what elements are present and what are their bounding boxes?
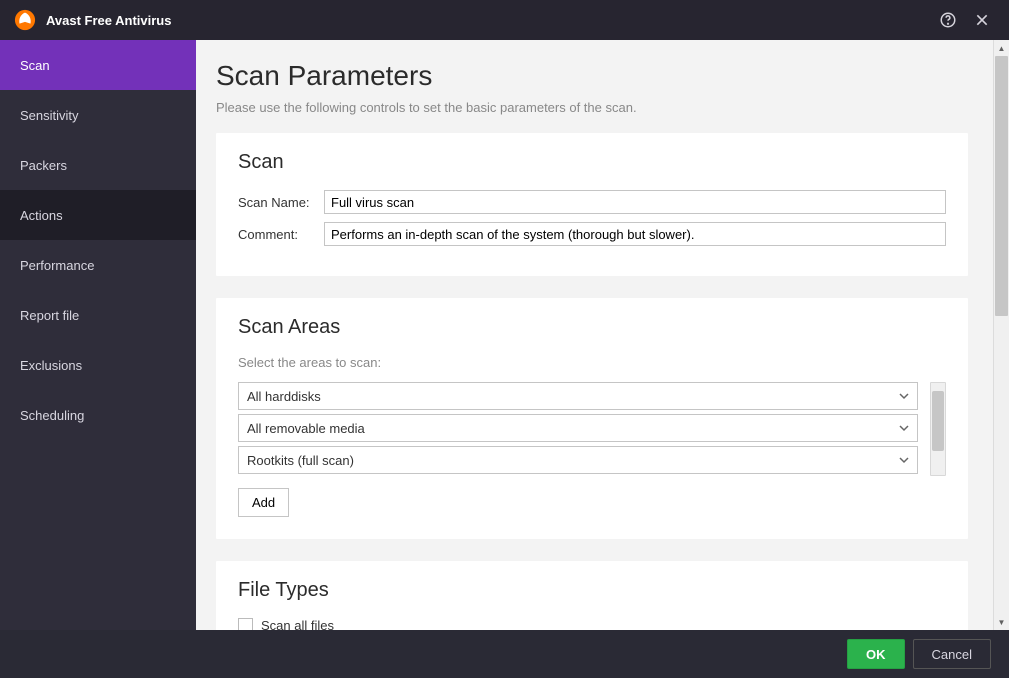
scan-name-input[interactable]: [324, 190, 946, 214]
sidebar: ScanSensitivityPackersActionsPerformance…: [0, 40, 196, 630]
close-button[interactable]: [969, 7, 995, 33]
sidebar-exclusions[interactable]: Exclusions: [0, 340, 196, 390]
titlebar: Avast Free Antivirus: [0, 0, 1009, 40]
scan-name-label: Scan Name:: [238, 195, 324, 210]
content-wrap: Scan Parameters Please use the following…: [196, 40, 1009, 630]
scan-area-select[interactable]: All harddisks: [238, 382, 918, 410]
add-area-button[interactable]: Add: [238, 488, 289, 517]
panel-scan-areas: Scan Areas Select the areas to scan: All…: [216, 298, 968, 539]
chevron-down-icon: [899, 389, 909, 404]
scan-all-files-label: Scan all files: [261, 618, 334, 630]
comment-label: Comment:: [238, 227, 324, 242]
area-list-scrollbar-thumb[interactable]: [932, 391, 944, 451]
main: ScanSensitivityPackersActionsPerformance…: [0, 40, 1009, 630]
scan-area-value: All removable media: [247, 421, 365, 436]
chevron-down-icon: [899, 453, 909, 468]
comment-row: Comment:: [238, 222, 946, 246]
sidebar-scheduling[interactable]: Scheduling: [0, 390, 196, 440]
help-button[interactable]: [935, 7, 961, 33]
content-scrollbar[interactable]: ▲ ▼: [993, 40, 1009, 630]
scan-all-files-checkbox[interactable]: [238, 618, 253, 630]
sidebar-scan[interactable]: Scan: [0, 40, 196, 90]
scan-area-value: Rootkits (full scan): [247, 453, 354, 468]
page-heading: Scan Parameters: [216, 60, 993, 92]
sidebar-sensitivity[interactable]: Sensitivity: [0, 90, 196, 140]
footer: OK Cancel: [0, 630, 1009, 678]
comment-input[interactable]: [324, 222, 946, 246]
app-title: Avast Free Antivirus: [46, 13, 927, 28]
scan-area-value: All harddisks: [247, 389, 321, 404]
cancel-button[interactable]: Cancel: [913, 639, 991, 669]
avast-logo-icon: [14, 9, 36, 31]
area-list-scrollbar[interactable]: [930, 382, 946, 476]
scan-all-files-row: Scan all files: [238, 618, 946, 630]
panel-scan-title: Scan: [238, 151, 946, 174]
scan-area-select[interactable]: Rootkits (full scan): [238, 446, 918, 474]
sidebar-performance[interactable]: Performance: [0, 240, 196, 290]
panel-areas-title: Scan Areas: [238, 316, 946, 339]
panel-scan: Scan Scan Name: Comment:: [216, 133, 968, 276]
sidebar-packers[interactable]: Packers: [0, 140, 196, 190]
areas-hint: Select the areas to scan:: [238, 355, 946, 370]
content: Scan Parameters Please use the following…: [196, 40, 993, 630]
scan-area-select[interactable]: All removable media: [238, 414, 918, 442]
scroll-down-icon[interactable]: ▼: [994, 614, 1009, 630]
panel-filetypes-title: File Types: [238, 579, 946, 602]
sidebar-actions[interactable]: Actions: [0, 190, 196, 240]
page-subtitle: Please use the following controls to set…: [216, 100, 993, 115]
ok-button[interactable]: OK: [847, 639, 905, 669]
content-scrollbar-thumb[interactable]: [995, 56, 1008, 316]
scroll-up-icon[interactable]: ▲: [994, 40, 1009, 56]
area-list: All harddisks All removable media Rootkits…: [238, 382, 918, 478]
sidebar-report-file[interactable]: Report file: [0, 290, 196, 340]
chevron-down-icon: [899, 421, 909, 436]
panel-file-types: File Types Scan all files Recognize file…: [216, 561, 968, 630]
scan-name-row: Scan Name:: [238, 190, 946, 214]
